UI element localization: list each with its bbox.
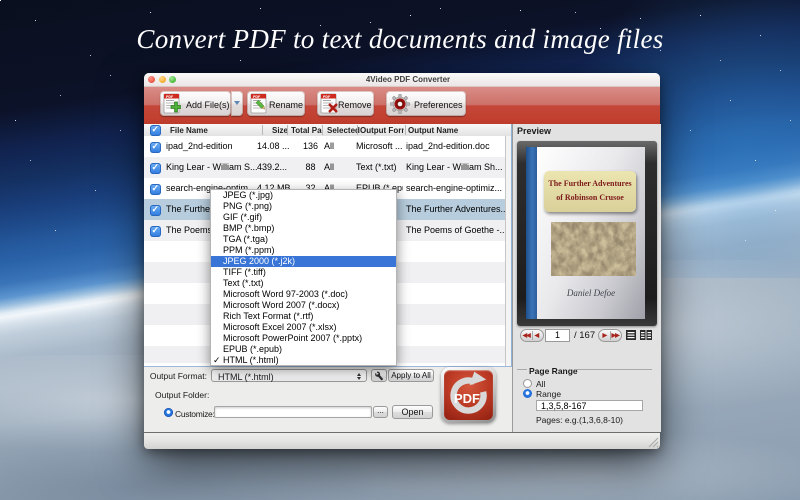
svg-text:PDF: PDF [253, 95, 261, 99]
svg-text:PDF: PDF [454, 391, 480, 406]
svg-text:PDF: PDF [323, 95, 331, 99]
svg-text:PDF: PDF [166, 95, 174, 99]
